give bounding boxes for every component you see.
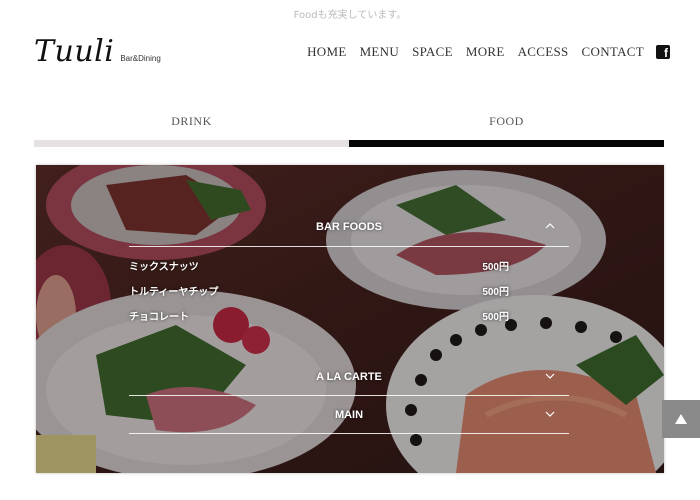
menu-item: トルティーヤチップ 500円 (129, 280, 569, 305)
section-title: A LA CARTE (316, 371, 382, 383)
section-title: BAR FOODS (316, 221, 382, 233)
tab-drink-indicator (34, 140, 349, 147)
nav-contact[interactable]: CONTACT (582, 44, 644, 60)
logo-sub: Bar&Dining (120, 54, 161, 63)
nav-menu[interactable]: MENU (360, 44, 399, 60)
nav-home[interactable]: HOME (307, 44, 346, 60)
section-title: MAIN (334, 409, 364, 421)
site-header: Tuuli Bar&Dining HOME MENU SPACE MORE AC… (34, 30, 670, 74)
food-menu-accordion: BAR FOODS ミックスナッツ 500円 トルティーヤチップ 500円 チョ… (129, 207, 569, 434)
arrow-up-icon (675, 414, 687, 424)
item-price: 500円 (482, 287, 509, 298)
accordion-main[interactable]: MAIN (129, 396, 569, 434)
accordion-bar-foods[interactable]: BAR FOODS (129, 207, 569, 247)
tab-drink-label: DRINK (171, 114, 212, 128)
chevron-down-icon (545, 358, 555, 396)
nav-space[interactable]: SPACE (412, 44, 453, 60)
scroll-to-top-button[interactable] (662, 400, 700, 438)
tab-food[interactable]: FOOD (349, 108, 664, 147)
menu-item: ミックスナッツ 500円 (129, 255, 569, 280)
facebook-icon[interactable]: f (656, 45, 670, 60)
tab-drink[interactable]: DRINK (34, 108, 349, 147)
item-name: ミックスナッツ (129, 262, 199, 273)
menu-tabs: DRINK FOOD (34, 108, 664, 147)
tab-food-indicator (349, 140, 664, 147)
tab-food-label: FOOD (489, 114, 524, 128)
item-name: トルティーヤチップ (129, 287, 219, 298)
site-logo[interactable]: Tuuli Bar&Dining (34, 34, 161, 69)
chevron-up-icon (545, 207, 555, 247)
nav-access[interactable]: ACCESS (518, 44, 569, 60)
item-price: 500円 (482, 262, 509, 273)
main-nav: HOME MENU SPACE MORE ACCESS CONTACT f (294, 44, 670, 60)
logo-main: Tuuli (34, 34, 115, 69)
top-note: Foodも充実しています。 (293, 10, 407, 21)
item-price: 500円 (482, 312, 509, 323)
menu-item: チョコレート 500円 (129, 305, 569, 330)
chevron-down-icon (545, 396, 555, 434)
bar-foods-items: ミックスナッツ 500円 トルティーヤチップ 500円 チョコレート 500円 (129, 247, 569, 330)
food-menu-panel: BAR FOODS ミックスナッツ 500円 トルティーヤチップ 500円 チョ… (36, 165, 664, 473)
nav-more[interactable]: MORE (466, 44, 505, 60)
accordion-a-la-carte[interactable]: A LA CARTE (129, 358, 569, 396)
item-name: チョコレート (129, 312, 189, 323)
